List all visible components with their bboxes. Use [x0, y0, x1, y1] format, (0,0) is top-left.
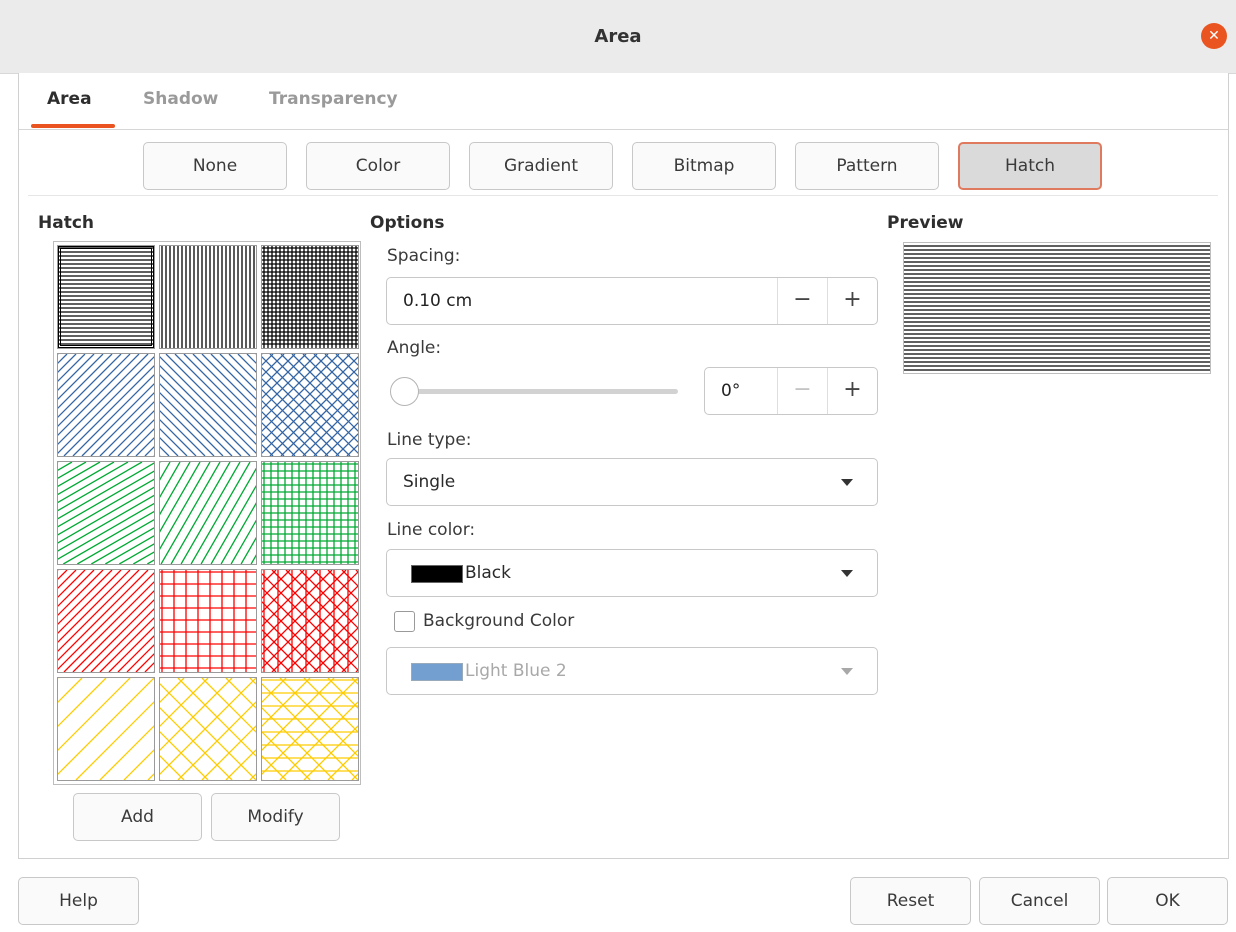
hatch-swatch-drawing: [262, 354, 358, 456]
separator: [28, 195, 1218, 196]
hatch-swatch-drawing: [58, 570, 154, 672]
modify-button[interactable]: Modify: [211, 793, 340, 841]
background-color-swatch: [411, 663, 463, 681]
window-title: Area: [594, 26, 642, 47]
hatch-swatch-drawing: [58, 247, 154, 345]
hatch-swatch-drawing: [160, 462, 256, 564]
options-heading: Options: [370, 213, 445, 233]
line-color-value: Black: [465, 563, 511, 583]
hatch-swatch-drawing: [58, 462, 154, 564]
cancel-button[interactable]: Cancel: [979, 877, 1100, 925]
hatch-swatch-drawing: [160, 678, 256, 780]
hatch-swatch-drawing: [58, 354, 154, 456]
background-color-label[interactable]: Background Color: [423, 611, 574, 631]
hatch-swatch[interactable]: [159, 461, 257, 565]
help-button[interactable]: Help: [18, 877, 139, 925]
angle-spinbox[interactable]: 0° − +: [704, 367, 878, 415]
hatch-swatch[interactable]: [159, 569, 257, 673]
angle-slider-handle[interactable]: [390, 377, 419, 406]
hatch-swatch[interactable]: [261, 677, 359, 781]
hatch-swatch-grid: [53, 241, 361, 785]
fill-hatch-button[interactable]: Hatch: [958, 142, 1102, 190]
tab-shadow[interactable]: Shadow: [143, 89, 218, 109]
hatch-swatch[interactable]: [261, 245, 359, 349]
tab-transparency[interactable]: Transparency: [269, 89, 398, 109]
angle-slider-track[interactable]: [404, 389, 678, 394]
hatch-swatch[interactable]: [159, 677, 257, 781]
fill-bitmap-button[interactable]: Bitmap: [632, 142, 776, 190]
reset-button[interactable]: Reset: [850, 877, 971, 925]
chevron-down-icon: [841, 668, 853, 675]
spacing-decrement-button[interactable]: −: [777, 278, 827, 324]
hatch-swatch[interactable]: [57, 353, 155, 457]
title-bar: Area ✕: [0, 0, 1236, 74]
fill-pattern-button[interactable]: Pattern: [795, 142, 939, 190]
fill-gradient-button[interactable]: Gradient: [469, 142, 613, 190]
hatch-swatch[interactable]: [57, 461, 155, 565]
spacing-increment-button[interactable]: +: [827, 278, 877, 324]
chevron-down-icon: [841, 479, 853, 486]
hatch-swatch-drawing: [161, 246, 255, 348]
spacing-spinbox[interactable]: 0.10 cm − +: [386, 277, 878, 325]
tab-bar: Area Shadow Transparency: [19, 74, 1228, 130]
line-color-dropdown[interactable]: Black: [386, 549, 878, 597]
line-type-value: Single: [403, 472, 456, 492]
hatch-heading: Hatch: [38, 213, 95, 233]
chevron-down-icon: [841, 570, 853, 577]
background-color-checkbox[interactable]: [394, 611, 415, 632]
angle-decrement-button[interactable]: −: [777, 368, 827, 414]
spacing-value[interactable]: 0.10 cm: [403, 291, 472, 311]
close-icon[interactable]: ✕: [1201, 23, 1227, 49]
ok-button[interactable]: OK: [1107, 877, 1228, 925]
hatch-swatch-drawing: [262, 246, 358, 348]
hatch-swatch[interactable]: [261, 461, 359, 565]
hatch-swatch-drawing: [262, 678, 358, 780]
hatch-preview-drawing: [904, 245, 1210, 371]
spacing-label: Spacing:: [387, 246, 461, 266]
line-type-label: Line type:: [387, 430, 472, 450]
hatch-swatch-drawing: [262, 570, 358, 672]
hatch-swatch[interactable]: [261, 569, 359, 673]
active-tab-indicator: [31, 124, 115, 128]
hatch-swatch-drawing: [58, 678, 154, 780]
angle-value[interactable]: 0°: [721, 381, 740, 401]
line-type-dropdown[interactable]: Single: [386, 458, 878, 506]
background-color-value: Light Blue 2: [465, 661, 567, 681]
background-color-dropdown[interactable]: Light Blue 2: [386, 647, 878, 695]
add-button[interactable]: Add: [73, 793, 202, 841]
hatch-swatch[interactable]: [57, 677, 155, 781]
hatch-preview: [903, 242, 1211, 374]
fill-none-button[interactable]: None: [143, 142, 287, 190]
line-color-swatch: [411, 565, 463, 583]
hatch-swatch-drawing: [160, 354, 256, 456]
hatch-swatch[interactable]: [57, 569, 155, 673]
hatch-swatch[interactable]: [57, 245, 155, 349]
hatch-swatch-drawing: [160, 570, 256, 672]
tab-area[interactable]: Area: [47, 89, 92, 109]
fill-color-button[interactable]: Color: [306, 142, 450, 190]
angle-label: Angle:: [387, 338, 442, 358]
line-color-label: Line color:: [387, 520, 476, 540]
hatch-swatch[interactable]: [261, 353, 359, 457]
hatch-swatch[interactable]: [159, 353, 257, 457]
hatch-swatch-drawing: [262, 462, 358, 564]
angle-increment-button[interactable]: +: [827, 368, 877, 414]
hatch-swatch[interactable]: [159, 245, 257, 349]
preview-heading: Preview: [887, 213, 964, 233]
